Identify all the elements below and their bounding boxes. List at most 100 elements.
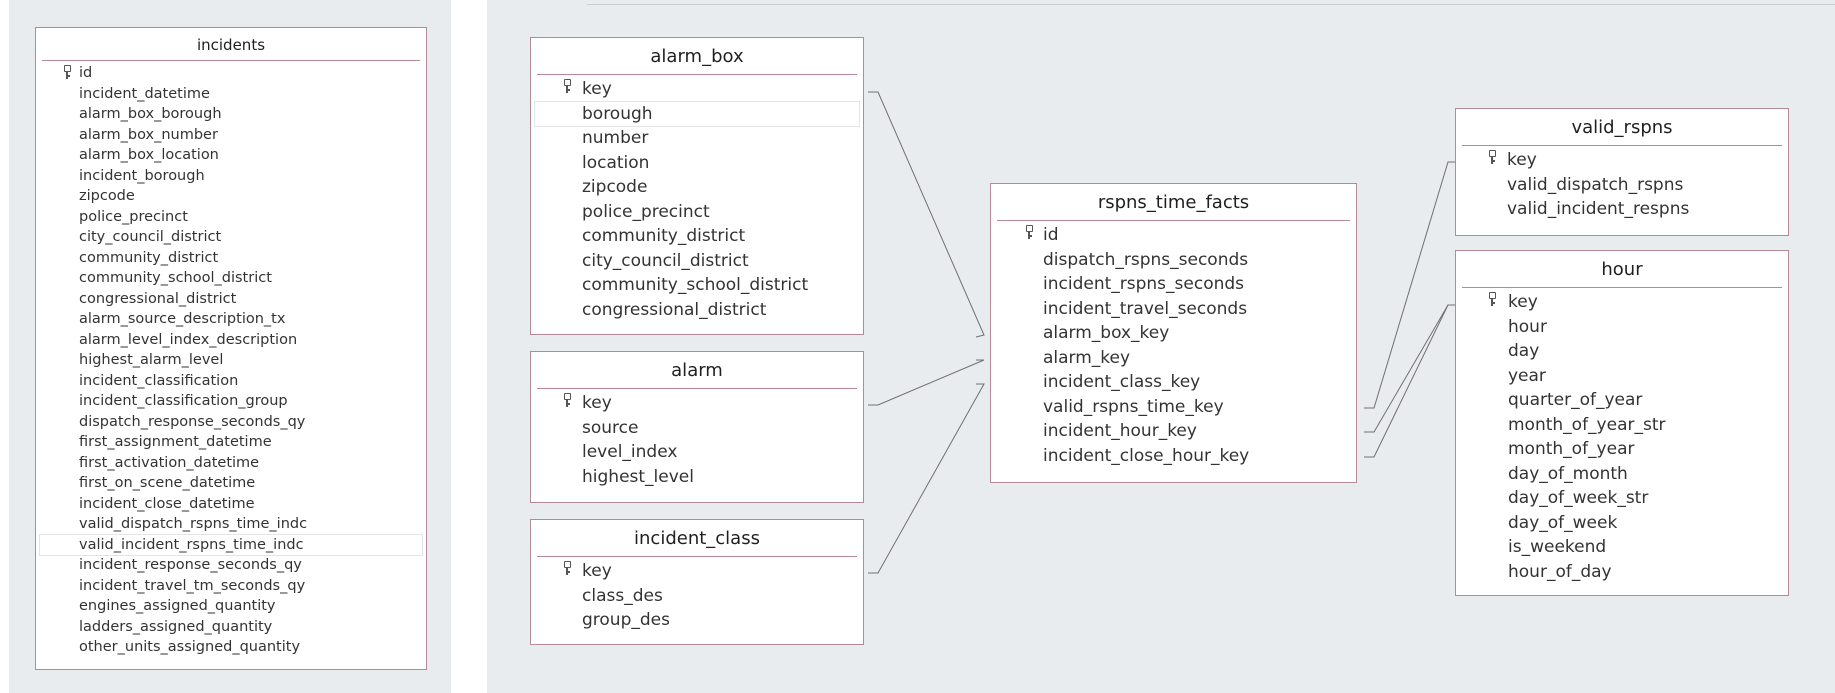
table-field[interactable]: alarm_box_number [40, 125, 422, 146]
table-field[interactable]: class_des [535, 584, 859, 609]
table-field[interactable]: first_assignment_datetime [40, 432, 422, 453]
table-field[interactable]: incident_close_hour_key [995, 444, 1352, 469]
table-field[interactable]: key [1460, 148, 1784, 173]
table-field[interactable]: highest_level [535, 465, 859, 490]
table-field[interactable]: valid_dispatch_rspns [1460, 173, 1784, 198]
table-field[interactable]: incident_travel_tm_seconds_qy [40, 576, 422, 597]
table-field[interactable]: key [535, 77, 859, 102]
table-field[interactable]: city_council_district [40, 227, 422, 248]
table-field[interactable]: alarm_level_index_description [40, 330, 422, 351]
table-field[interactable]: incident_close_datetime [40, 494, 422, 515]
field-name: highest_level [582, 466, 694, 487]
table-field[interactable]: community_district [40, 248, 422, 269]
table-field[interactable]: valid_dispatch_rspns_time_indc [40, 514, 422, 535]
field-name: valid_rspns_time_key [1043, 396, 1224, 417]
table-field[interactable]: first_on_scene_datetime [40, 473, 422, 494]
table-field[interactable]: key [535, 559, 859, 584]
table-field[interactable]: day [1460, 339, 1784, 364]
table-field[interactable]: incident_datetime [40, 84, 422, 105]
field-name: hour_of_day [1508, 561, 1612, 582]
table-field[interactable]: incident_hour_key [995, 419, 1352, 444]
table-incident-class[interactable]: incident_class key class_des group_des [530, 519, 864, 645]
table-field[interactable]: congressional_district [40, 289, 422, 310]
table-field[interactable]: community_school_district [40, 268, 422, 289]
field-name: incident_hour_key [1043, 421, 1197, 441]
table-field[interactable]: first_activation_datetime [40, 453, 422, 474]
table-field[interactable]: alarm_box_borough [40, 104, 422, 125]
table-field[interactable]: source [535, 416, 859, 441]
table-field[interactable]: congressional_district [535, 298, 859, 323]
table-field[interactable]: incident_travel_seconds [995, 297, 1352, 322]
field-name: class_des [582, 585, 663, 606]
table-field[interactable]: incident_rspns_seconds [995, 272, 1352, 297]
table-field[interactable]: community_district [535, 224, 859, 249]
table-field[interactable]: incident_borough [40, 166, 422, 187]
table-field[interactable]: incident_classification_group [40, 391, 422, 412]
table-field[interactable]: location [535, 151, 859, 176]
table-field[interactable]: highest_alarm_level [40, 350, 422, 371]
table-field[interactable]: police_precinct [40, 207, 422, 228]
table-field[interactable]: number [535, 126, 859, 151]
table-field[interactable]: level_index [535, 440, 859, 465]
table-field[interactable]: alarm_box_location [40, 145, 422, 166]
table-field[interactable]: id [40, 63, 422, 84]
table-alarm[interactable]: alarm key source level_index highest_level [530, 351, 864, 503]
table-field[interactable]: other_units_assigned_quantity [40, 637, 422, 658]
table-field[interactable]: day_of_week_str [1460, 486, 1784, 511]
table-hour[interactable]: hour key hour day year quarter_of_year month_o… [1455, 250, 1789, 596]
table-field[interactable]: dispatch_rspns_seconds [995, 248, 1352, 273]
field-list: key source level_index highest_level [531, 389, 863, 489]
table-field[interactable]: quarter_of_year [1460, 388, 1784, 413]
field-name: incident_close_hour_key [1043, 445, 1250, 466]
table-field[interactable]: city_council_district [535, 249, 859, 274]
table-field[interactable]: borough [534, 100, 860, 127]
field-name: key [1508, 292, 1538, 312]
table-field[interactable]: year [1460, 364, 1784, 389]
field-name: incident_class_key [1043, 372, 1201, 392]
table-alarm-box[interactable]: alarm_box key borough number location zipcode… [530, 37, 864, 335]
table-field[interactable]: month_of_year_str [1460, 413, 1784, 438]
table-field[interactable]: alarm_source_description_tx [40, 309, 422, 330]
table-field[interactable]: day_of_month [1460, 462, 1784, 487]
field-name: incident_response_seconds_qy [79, 557, 302, 573]
table-field[interactable]: alarm_box_key [995, 321, 1352, 346]
table-field[interactable]: alarm_key [995, 346, 1352, 371]
field-name: city_council_district [582, 250, 749, 271]
table-rspns-time-facts[interactable]: rspns_time_facts id dispatch_rspns_seconds… [990, 183, 1357, 483]
table-field[interactable]: hour_of_day [1460, 560, 1784, 585]
table-field[interactable]: incident_response_seconds_qy [40, 555, 422, 576]
table-field[interactable]: police_precinct [535, 200, 859, 225]
field-name: incident_travel_seconds [1043, 298, 1248, 319]
field-list: key borough number location zipcode police_pr… [531, 75, 863, 322]
table-field[interactable]: ladders_assigned_quantity [40, 617, 422, 638]
field-name: number [582, 128, 649, 148]
table-field[interactable]: incident_classification [40, 371, 422, 392]
table-field[interactable]: community_school_district [535, 273, 859, 298]
table-field[interactable]: dispatch_response_seconds_qy [40, 412, 422, 433]
table-valid-rspns[interactable]: valid_rspns key valid_dispatch_rspns valid_… [1455, 108, 1789, 236]
table-field[interactable]: is_weekend [1460, 535, 1784, 560]
field-name: day [1508, 341, 1540, 361]
table-field[interactable]: hour [1460, 315, 1784, 340]
field-name: group_des [582, 610, 670, 630]
primary-key-icon [563, 393, 571, 407]
table-field[interactable]: incident_class_key [995, 370, 1352, 395]
field-list: key hour day year quarter_of_year month_of_ye… [1456, 288, 1788, 584]
table-field[interactable]: zipcode [535, 175, 859, 200]
table-field[interactable]: valid_incident_respns [1460, 197, 1784, 222]
table-field[interactable]: valid_rspns_time_key [995, 395, 1352, 420]
field-name: alarm_key [1043, 347, 1131, 368]
table-field[interactable]: zipcode [40, 186, 422, 207]
table-incidents[interactable]: incidents id incident_datetime alarm_box_bo… [35, 27, 427, 670]
table-field[interactable]: engines_assigned_quantity [40, 596, 422, 617]
field-name: alarm_box_location [79, 147, 219, 163]
table-field[interactable]: id [995, 223, 1352, 248]
table-field[interactable]: day_of_week [1460, 511, 1784, 536]
table-field[interactable]: key [1460, 290, 1784, 315]
table-field[interactable]: valid_incident_rspns_time_indc [39, 533, 423, 556]
table-title: alarm [537, 352, 857, 389]
table-field[interactable]: month_of_year [1460, 437, 1784, 462]
table-field[interactable]: key [535, 391, 859, 416]
field-name: city_council_district [79, 229, 222, 245]
table-field[interactable]: group_des [535, 608, 859, 633]
